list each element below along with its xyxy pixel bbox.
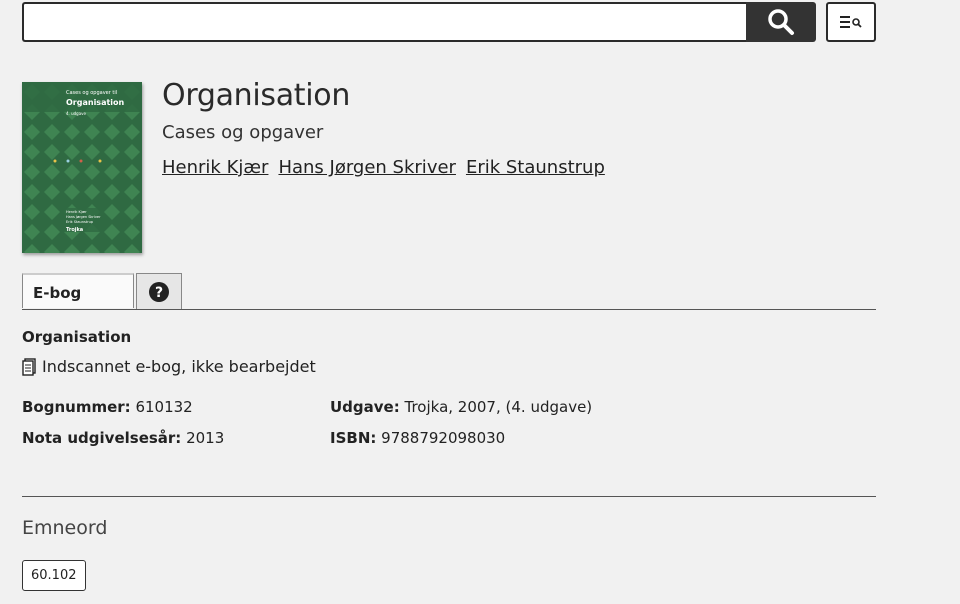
udgivelsesaar: Nota udgivelsesår: 2013 [22, 429, 224, 447]
advanced-search-icon [840, 16, 862, 28]
subject-tag[interactable]: 60.102 [22, 560, 86, 591]
udgivelsesaar-label: Nota udgivelsesår: [22, 429, 182, 447]
isbn-value: 9788792098030 [381, 429, 506, 447]
isbn: ISBN: 9788792098030 [330, 429, 505, 447]
udgave-value: Trojka, 2007, (4. udgave) [404, 398, 593, 416]
cover-line1: Cases og opgaver til [66, 90, 117, 96]
udgave: Udgave: Trojka, 2007, (4. udgave) [330, 398, 592, 416]
book-cover: Cases og opgaver til Organisation 4. udg… [22, 82, 142, 253]
udgivelsesaar-value: 2013 [186, 429, 225, 447]
section-divider [22, 496, 876, 497]
udgave-label: Udgave: [330, 398, 400, 416]
page: Cases og opgaver til Organisation 4. udg… [0, 0, 960, 604]
cover-author-3: Erik Staunstrup [66, 220, 94, 224]
isbn-label: ISBN: [330, 429, 377, 447]
format-text: Indscannet e-bog, ikke bearbejdet [42, 357, 316, 376]
document-icon [22, 357, 36, 376]
bognummer: Bognummer: 610132 [22, 398, 193, 416]
book-subtitle: Cases og opgaver [162, 122, 324, 143]
author-list: Henrik Kjær Hans Jørgen Skriver Erik Sta… [162, 157, 605, 178]
cover-publisher: Trojka [66, 227, 83, 233]
svg-text:?: ? [155, 285, 163, 301]
cover-title: Organisation [66, 98, 125, 107]
cover-author-1: Henrik Kjær [66, 210, 87, 214]
advanced-search-button[interactable] [826, 2, 876, 42]
format-line: Indscannet e-bog, ikke bearbejdet [22, 357, 316, 376]
search-input[interactable] [22, 2, 746, 42]
bognummer-label: Bognummer: [22, 398, 131, 416]
cover-edition: 4. udgave [66, 111, 87, 116]
author-link[interactable]: Henrik Kjær [162, 157, 268, 178]
bognummer-value: 610132 [135, 398, 193, 416]
tab-ebog[interactable]: E-bog [22, 273, 134, 308]
search-icon [768, 9, 794, 35]
edition-heading: Organisation [22, 328, 132, 346]
search-bar [22, 2, 816, 42]
author-link[interactable]: Erik Staunstrup [466, 157, 605, 178]
subjects-heading: Emneord [22, 517, 108, 539]
book-title: Organisation [162, 78, 351, 113]
search-button[interactable] [746, 2, 816, 42]
tab-help[interactable]: ? [136, 273, 182, 309]
format-tabs: E-bog ? [22, 273, 876, 310]
cover-author-2: Hans Jørgen Skriver [66, 215, 101, 219]
author-link[interactable]: Hans Jørgen Skriver [278, 157, 456, 178]
help-icon: ? [149, 281, 169, 302]
